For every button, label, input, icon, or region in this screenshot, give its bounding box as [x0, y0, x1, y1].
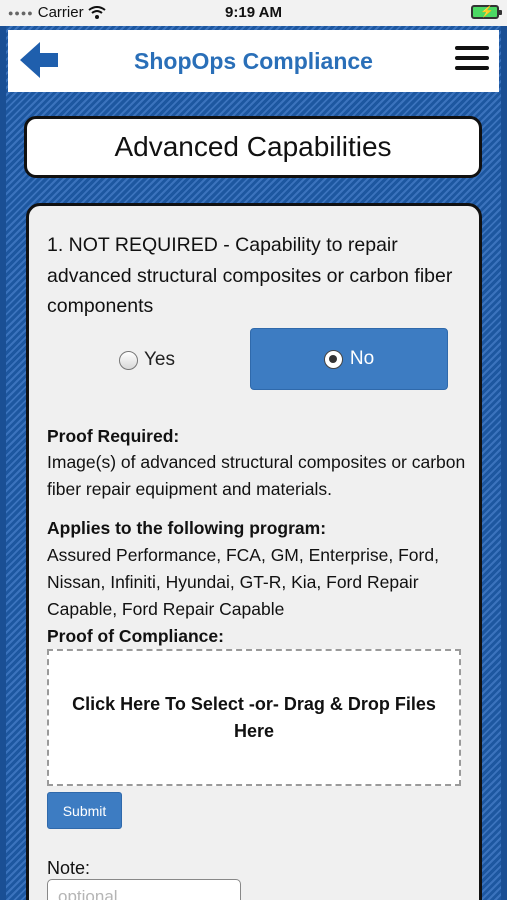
question-text: 1. NOT REQUIRED - Capability to repair a… — [47, 234, 453, 317]
option-yes[interactable]: Yes — [119, 349, 175, 371]
file-dropzone[interactable]: Click Here To Select -or- Drag & Drop Fi… — [47, 649, 461, 786]
hamburger-menu-button[interactable] — [455, 46, 489, 74]
question-card: 1. NOT REQUIRED - Capability to repair a… — [26, 203, 482, 900]
page-title-card: Advanced Capabilities — [24, 116, 482, 178]
status-time: 9:19 AM — [225, 4, 282, 21]
proof-of-compliance-label: Proof of Compliance: — [47, 626, 224, 646]
page-title: Advanced Capabilities — [114, 131, 392, 162]
radio-unchecked-icon — [119, 350, 138, 370]
app-title: ShopOps Compliance — [134, 48, 373, 74]
battery-charging-icon: ⚡ — [471, 5, 502, 19]
note-label: Note: — [47, 858, 91, 878]
proof-required-label: Proof Required: — [47, 426, 180, 446]
option-no[interactable]: No — [250, 328, 448, 390]
radio-checked-icon — [323, 349, 343, 369]
menu-line — [455, 56, 489, 60]
proof-required-text: Image(s) of advanced structural composit… — [47, 452, 466, 499]
submit-button[interactable]: Submit — [47, 792, 122, 829]
note-input[interactable] — [47, 879, 241, 900]
option-no-label: No — [349, 348, 375, 369]
status-bar: ●●●● Carrier 9:19 AM ⚡ — [0, 0, 507, 26]
nav-bar: ShopOps Compliance — [8, 30, 499, 92]
programs-label: Applies to the following program: — [47, 518, 327, 538]
hamburger-menu-icon — [455, 46, 489, 50]
menu-line — [455, 66, 489, 70]
dropzone-text: Click Here To Select -or- Drag & Drop Fi… — [72, 693, 436, 741]
option-yes-label: Yes — [144, 349, 175, 370]
programs-text: Assured Performance, FCA, GM, Enterprise… — [47, 545, 439, 619]
